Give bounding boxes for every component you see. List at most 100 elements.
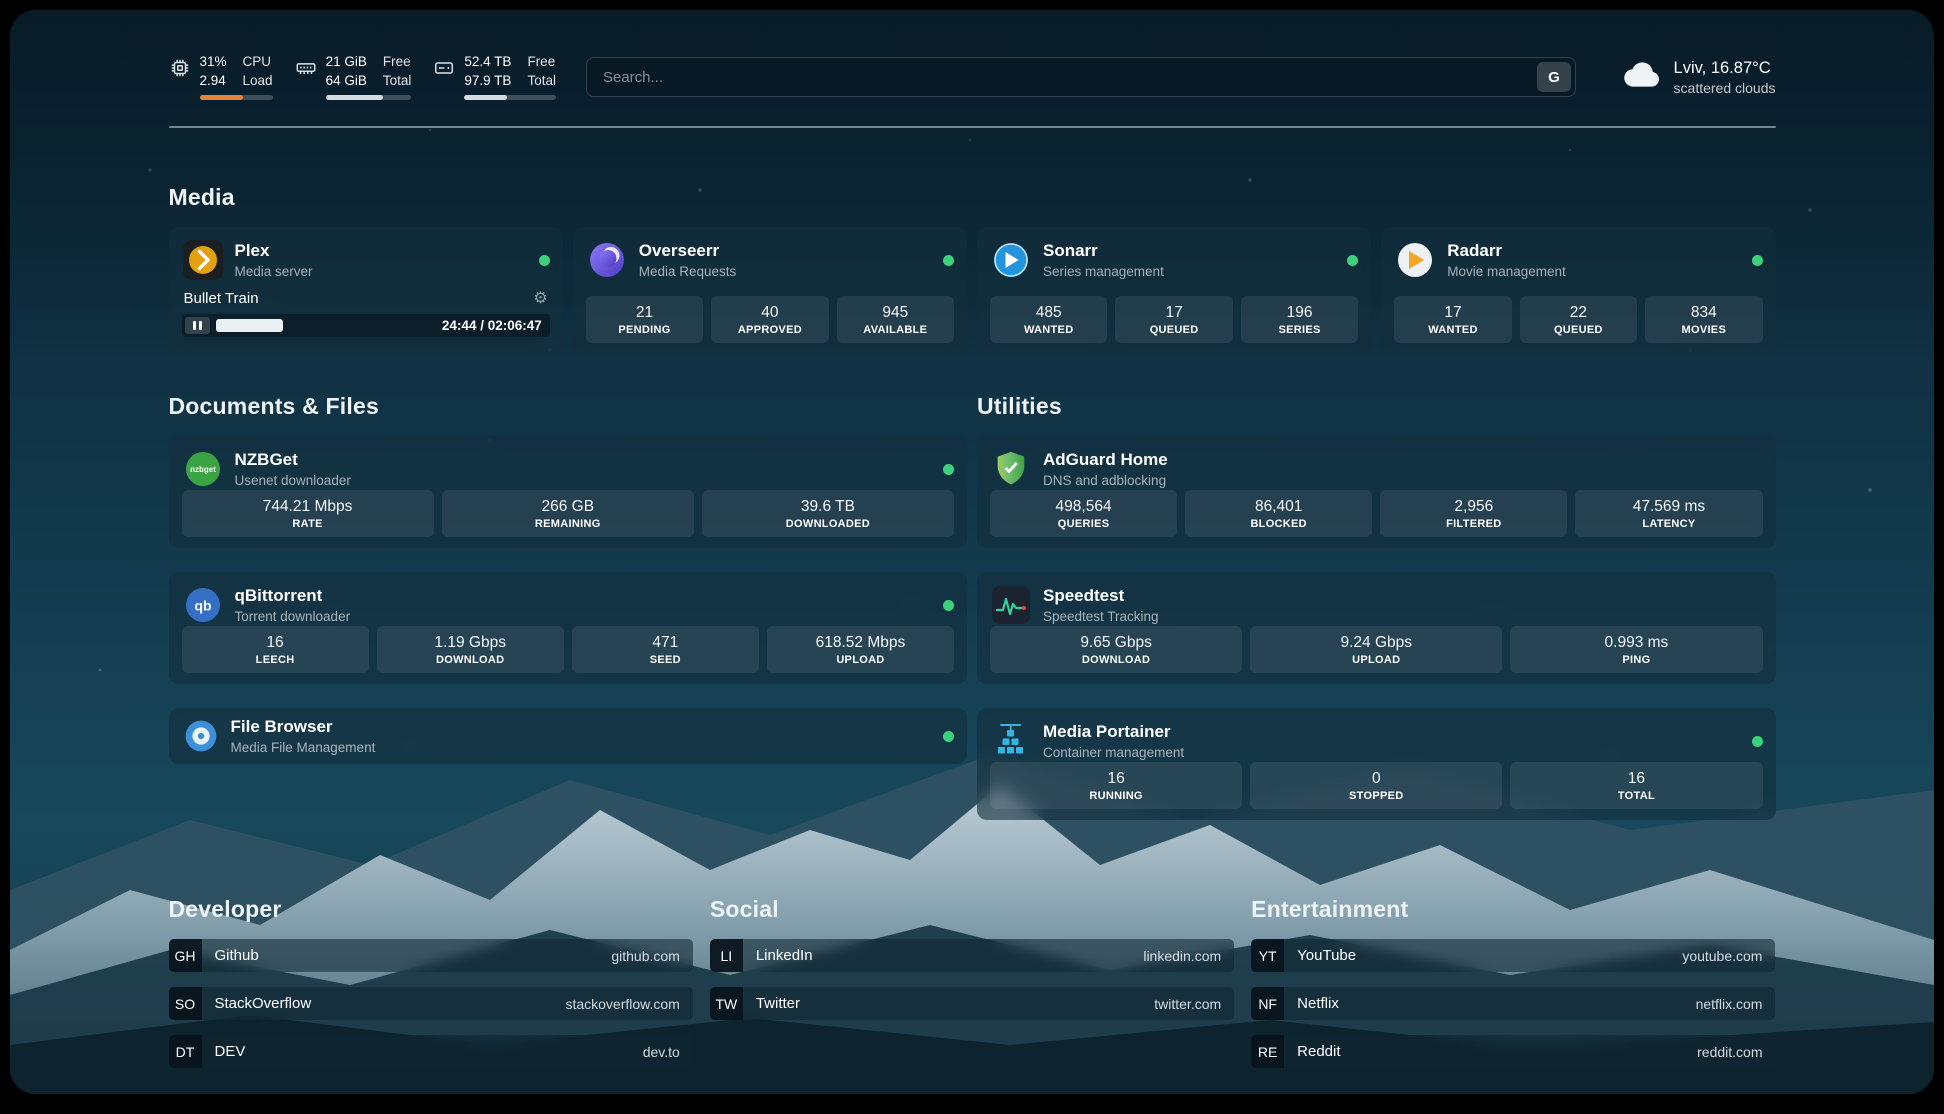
stat-value: 9.24 Gbps — [1340, 634, 1412, 652]
dashboard-screen: 31% 2.94 CPU Load — [10, 10, 1934, 1094]
stat-download: 1.19 Gbps DOWNLOAD — [377, 626, 564, 673]
search-engine-button[interactable]: G — [1537, 62, 1571, 92]
stat-label: MOVIES — [1682, 324, 1727, 336]
resource-widgets: 31% 2.94 CPU Load — [169, 54, 556, 101]
stat-value: 16 — [266, 634, 283, 652]
service-name: Plex — [235, 241, 313, 261]
bookmark-linkedin[interactable]: LI LinkedIn linkedin.com — [710, 939, 1234, 972]
stat-label: WANTED — [1428, 324, 1477, 336]
cpu-label: CPU — [243, 54, 273, 71]
stat-value: 47.569 ms — [1633, 498, 1705, 516]
stat-ping: 0.993 ms PING — [1510, 626, 1762, 673]
service-card-adguard[interactable]: AdGuard Home DNS and adblocking 498,564 … — [977, 436, 1776, 548]
service-card-portainer[interactable]: Media Portainer Container management 16 … — [977, 708, 1776, 820]
service-subtitle: Media server — [235, 264, 313, 279]
stat-blocked: 86,401 BLOCKED — [1185, 490, 1372, 537]
service-card-qbittorrent[interactable]: qb qBittorrent Torrent downloader 16 LEE… — [169, 572, 968, 684]
section-title-entertainment: Entertainment — [1251, 896, 1775, 923]
status-dot — [1347, 255, 1358, 266]
stat-approved: 40 APPROVED — [711, 296, 828, 343]
service-name: Sonarr — [1043, 241, 1164, 261]
gear-icon[interactable]: ⚙ — [533, 291, 547, 307]
service-name: File Browser — [231, 717, 376, 737]
status-dot — [1752, 736, 1763, 747]
service-card-nzbget[interactable]: nzbget NZBGet Usenet downloader 744.21 M… — [169, 436, 968, 548]
radarr-icon — [1394, 239, 1436, 281]
stat-total: 16 TOTAL — [1510, 762, 1762, 809]
bookmark-netflix[interactable]: NF Netflix netflix.com — [1251, 987, 1775, 1020]
stat-value: 0.993 ms — [1605, 634, 1669, 652]
bookmark-dev[interactable]: DT DEV dev.to — [169, 1035, 693, 1068]
stat-label: UPLOAD — [836, 654, 884, 666]
service-card-plex[interactable]: Plex Media server Bullet Train ⚙ 24:44 /… — [169, 227, 563, 355]
stat-value: 1.19 Gbps — [434, 634, 506, 652]
stat-downloaded: 39.6 TB DOWNLOADED — [702, 490, 954, 537]
bookmark-name: StackOverflow — [202, 987, 312, 1020]
stat-leech: 16 LEECH — [182, 626, 369, 673]
stat-queries: 498,564 QUERIES — [990, 490, 1177, 537]
stat-value: 485 — [1036, 304, 1062, 322]
stat-rate: 744.21 Mbps RATE — [182, 490, 434, 537]
stat-label: DOWNLOAD — [436, 654, 504, 666]
bookmark-twitter[interactable]: TW Twitter twitter.com — [710, 987, 1234, 1020]
stat-movies: 834 MOVIES — [1645, 296, 1762, 343]
bookmark-url: youtube.com — [1682, 939, 1775, 972]
stat-remaining: 266 GB REMAINING — [442, 490, 694, 537]
svg-text:qb: qb — [194, 598, 211, 614]
service-subtitle: Container management — [1043, 745, 1184, 760]
stat-label: APPROVED — [738, 324, 802, 336]
pause-button[interactable] — [185, 317, 210, 334]
bookmark-youtube[interactable]: YT YouTube youtube.com — [1251, 939, 1775, 972]
stat-value: 266 GB — [541, 498, 594, 516]
stat-upload: 618.52 Mbps UPLOAD — [767, 626, 954, 673]
stat-value: 498,564 — [1056, 498, 1112, 516]
bookmark-stackoverflow[interactable]: SO StackOverflow stackoverflow.com — [169, 987, 693, 1020]
stat-label: STOPPED — [1349, 790, 1403, 802]
cpu-load-label: Load — [243, 73, 273, 90]
stat-value: 16 — [1107, 770, 1124, 788]
stat-label: UPLOAD — [1352, 654, 1400, 666]
stat-label: QUEUED — [1150, 324, 1199, 336]
bookmark-group-entertainment: Entertainment YT YouTube youtube.com NF … — [1251, 896, 1775, 1068]
bookmark-abbr: RE — [1251, 1035, 1284, 1068]
stat-label: SEED — [650, 654, 681, 666]
search-input[interactable] — [586, 57, 1576, 97]
cpu-load-value: 2.94 — [200, 73, 227, 90]
status-dot — [1752, 255, 1763, 266]
stat-queued: 17 QUEUED — [1115, 296, 1232, 343]
disk-total-label: Total — [527, 73, 556, 90]
stat-label: RUNNING — [1089, 790, 1142, 802]
stat-series: 196 SERIES — [1241, 296, 1358, 343]
service-card-speedtest[interactable]: Speedtest Speedtest Tracking 9.65 Gbps D… — [977, 572, 1776, 684]
bookmark-reddit[interactable]: RE Reddit reddit.com — [1251, 1035, 1775, 1068]
stat-download: 9.65 Gbps DOWNLOAD — [990, 626, 1242, 673]
bookmark-name: Reddit — [1284, 1035, 1340, 1068]
service-card-sonarr[interactable]: Sonarr Series management 485 WANTED 17 Q… — [977, 227, 1371, 355]
bookmark-name: DEV — [202, 1035, 246, 1068]
service-card-filebrowser[interactable]: File Browser Media File Management — [169, 708, 968, 764]
stat-label: SERIES — [1278, 324, 1320, 336]
section-title-social: Social — [710, 896, 1234, 923]
weather-condition: scattered clouds — [1674, 80, 1776, 96]
stat-label: PING — [1622, 654, 1650, 666]
stat-label: QUERIES — [1058, 518, 1110, 530]
bookmark-github[interactable]: GH Github github.com — [169, 939, 693, 972]
service-card-radarr[interactable]: Radarr Movie management 17 WANTED 22 QUE… — [1381, 227, 1775, 355]
stat-label: REMAINING — [535, 518, 601, 530]
bookmark-url: twitter.com — [1154, 987, 1234, 1020]
bookmark-abbr: YT — [1251, 939, 1284, 972]
cloud-icon — [1624, 61, 1662, 94]
stat-label: FILTERED — [1446, 518, 1501, 530]
section-title-media: Media — [169, 184, 1776, 211]
stat-value: 86,401 — [1255, 498, 1302, 516]
ram-widget: 21 GiB 64 GiB Free Total — [295, 54, 412, 101]
bookmark-url: netflix.com — [1696, 987, 1776, 1020]
ram-progress-fill — [326, 95, 383, 100]
service-card-overseerr[interactable]: Overseerr Media Requests 21 PENDING 40 A… — [573, 227, 967, 355]
header-divider — [169, 126, 1776, 128]
bookmark-abbr: DT — [169, 1035, 202, 1068]
qbittorrent-icon: qb — [182, 584, 224, 626]
stat-wanted: 485 WANTED — [990, 296, 1107, 343]
stat-label: TOTAL — [1618, 790, 1655, 802]
weather-widget: Lviv, 16.87°C scattered clouds — [1624, 59, 1776, 96]
